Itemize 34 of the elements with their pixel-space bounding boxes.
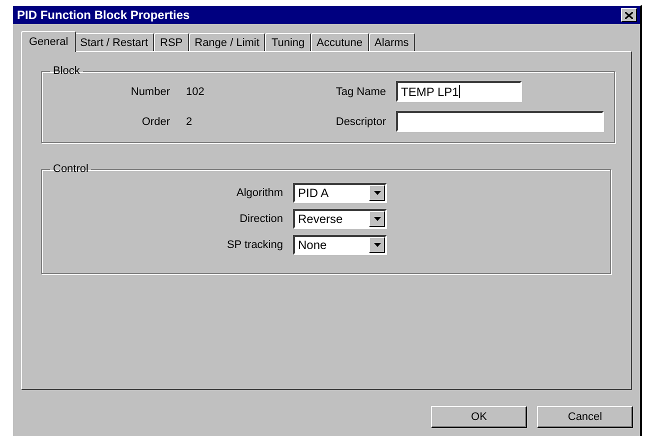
dropdown[interactable]: None <box>293 235 387 255</box>
down-arrow-icon <box>374 217 380 221</box>
input-field[interactable]: TEMP LP1 <box>396 81 522 102</box>
group-title: Block <box>52 65 81 77</box>
dropdown-button[interactable] <box>369 237 385 253</box>
field-value: 102 <box>185 86 206 98</box>
dropdown[interactable]: Reverse <box>293 209 387 229</box>
window-title: PID Function Block Properties <box>17 8 190 22</box>
close-button[interactable] <box>621 8 637 22</box>
tab[interactable]: General <box>21 31 76 52</box>
tab[interactable]: Range / Limit <box>188 33 266 51</box>
dropdown[interactable]: PID A <box>293 183 387 203</box>
field-value: 2 <box>185 116 194 128</box>
dialog-button[interactable]: Cancel <box>537 406 633 428</box>
close-icon <box>625 12 633 18</box>
field-label: Tag Name <box>336 86 387 98</box>
input-field[interactable] <box>396 111 604 132</box>
tab[interactable]: Accutune <box>310 33 369 51</box>
field-label: Algorithm <box>236 187 284 199</box>
field-label: Number <box>130 86 171 98</box>
group-title: Control <box>52 163 90 175</box>
dropdown-button[interactable] <box>369 185 385 201</box>
down-arrow-icon <box>374 243 380 247</box>
tab[interactable]: Alarms <box>368 33 415 51</box>
field-label: SP tracking <box>226 239 284 251</box>
field-label: Descriptor <box>336 116 387 128</box>
tab[interactable]: RSP <box>154 33 189 51</box>
field-label: Direction <box>240 213 284 225</box>
dropdown-button[interactable] <box>369 211 385 227</box>
down-arrow-icon <box>374 191 380 195</box>
field-label: Order <box>142 116 171 128</box>
tab[interactable]: Start / Restart <box>74 33 154 51</box>
tab[interactable]: Tuning <box>265 33 311 51</box>
dialog-button[interactable]: OK <box>431 406 527 428</box>
